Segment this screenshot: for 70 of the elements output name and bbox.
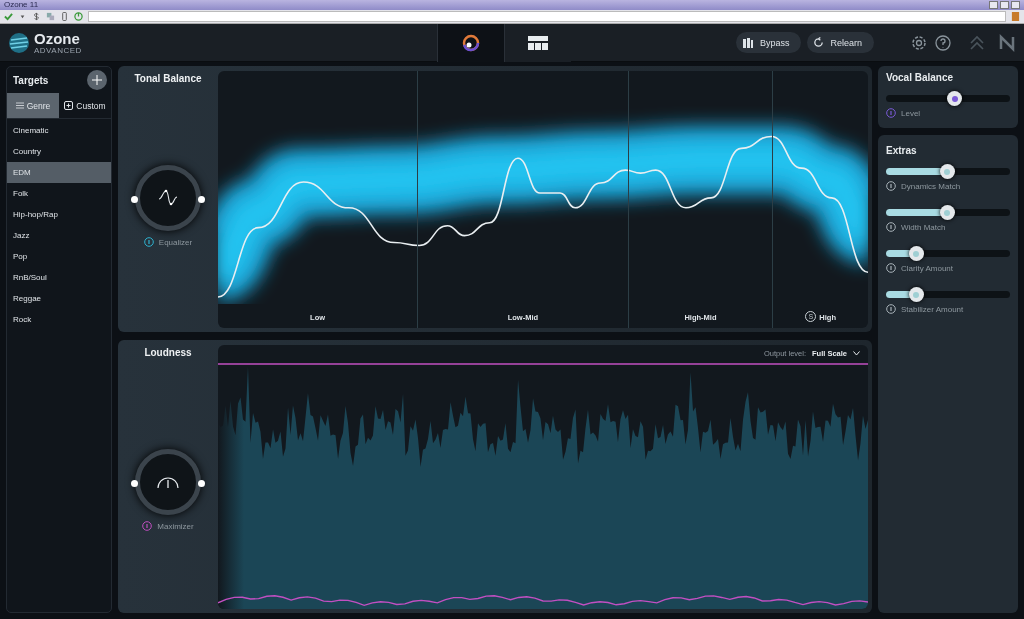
slider-label: Width Match xyxy=(901,222,946,232)
target-tab[interactable]: Custom xyxy=(59,93,111,118)
module-tab[interactable] xyxy=(437,23,504,62)
eq-curve-icon xyxy=(158,188,178,208)
panel-title: Tonal Balance xyxy=(134,73,202,84)
slider-label: Clarity Amount xyxy=(901,263,954,273)
genre-item[interactable]: EDM xyxy=(7,162,111,183)
edition-label: ADVANCED xyxy=(34,45,82,55)
power-icon[interactable] xyxy=(143,237,154,247)
module-tab[interactable] xyxy=(504,23,571,62)
power-icon[interactable] xyxy=(886,181,896,191)
slider-thumb[interactable] xyxy=(908,246,924,261)
slider-thumb[interactable] xyxy=(939,205,955,220)
genre-item[interactable]: Jazz xyxy=(7,225,111,246)
settings-icon[interactable] xyxy=(910,33,928,52)
relearn-button[interactable]: Relearn xyxy=(807,32,874,53)
bypass-icon xyxy=(741,36,754,49)
power-icon[interactable] xyxy=(886,108,896,118)
panel-title: Targets xyxy=(13,74,49,86)
gauge-icon xyxy=(156,474,180,490)
assistant-icon xyxy=(461,32,481,53)
slider-thumb[interactable] xyxy=(908,287,924,302)
slider-label: Level xyxy=(901,108,921,118)
panel-title: Loudness xyxy=(144,347,192,358)
genre-item[interactable]: Reggae xyxy=(7,288,111,309)
maximize-button[interactable] xyxy=(1000,1,1009,9)
knob-handle[interactable] xyxy=(131,196,138,203)
add-icon xyxy=(64,101,74,110)
slider-thumb[interactable] xyxy=(939,164,955,179)
plus-icon xyxy=(92,75,102,85)
slider-label: Dynamics Match xyxy=(901,181,961,191)
power-icon[interactable] xyxy=(142,521,153,531)
logo-text: Ozone xyxy=(34,30,81,46)
genre-item[interactable]: Hip-hop/Rap xyxy=(7,204,111,225)
minimize-button[interactable] xyxy=(989,1,998,9)
add-button[interactable] xyxy=(87,70,107,90)
power-icon[interactable] xyxy=(886,263,896,273)
check-icon[interactable] xyxy=(4,12,13,21)
card-title: Extras xyxy=(886,145,918,156)
target-tab[interactable]: Genre xyxy=(7,93,59,118)
window-title: Ozone 11 xyxy=(4,0,39,10)
phone-icon[interactable] xyxy=(60,12,69,21)
brand-icon xyxy=(998,33,1016,52)
genre-item[interactable]: Cinematic xyxy=(7,120,111,141)
knob-handle[interactable] xyxy=(198,480,205,487)
knob-handle[interactable] xyxy=(131,480,138,487)
module-label: Maximizer xyxy=(157,521,194,531)
refresh-icon xyxy=(813,37,825,48)
list-icon xyxy=(15,102,24,109)
knob-handle[interactable] xyxy=(198,196,205,203)
close-button[interactable] xyxy=(1011,1,1020,9)
logo-icon xyxy=(8,31,30,54)
genre-item[interactable]: Country xyxy=(7,141,111,162)
slider-thumb[interactable] xyxy=(947,91,963,106)
module-label: Equalizer xyxy=(158,237,193,247)
power-icon[interactable] xyxy=(74,12,83,21)
help-icon[interactable] xyxy=(934,33,952,52)
genre-item[interactable]: Pop xyxy=(7,246,111,267)
grid-icon xyxy=(528,35,548,50)
slider-label: Stabilizer Amount xyxy=(901,304,964,314)
dollar-icon[interactable] xyxy=(32,12,41,21)
address-field[interactable] xyxy=(88,11,1006,22)
chevron-down-icon xyxy=(853,351,860,356)
bypass-button[interactable]: Bypass xyxy=(735,32,802,53)
genre-item[interactable]: RnB/Soul xyxy=(7,267,111,288)
power-icon[interactable] xyxy=(886,304,896,314)
card-title: Vocal Balance xyxy=(886,72,955,83)
genre-item[interactable]: Folk xyxy=(7,183,111,204)
genre-item[interactable]: Rock xyxy=(7,309,111,330)
power-icon[interactable] xyxy=(886,222,896,232)
